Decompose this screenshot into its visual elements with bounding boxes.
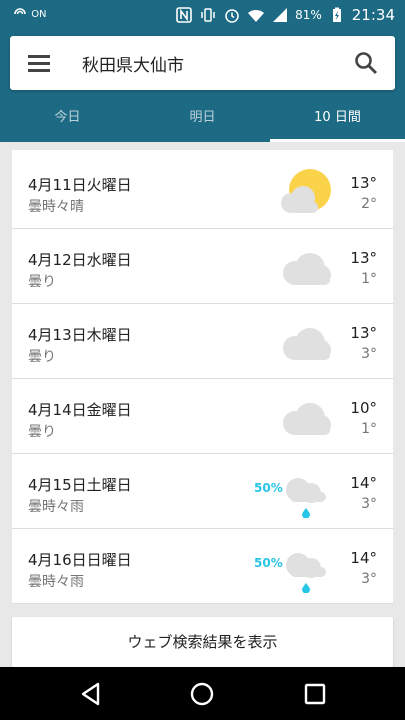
forecast-condition: 曇り — [28, 424, 56, 440]
tab-10-days[interactable]: 10 日間 — [270, 98, 405, 142]
forecast-row[interactable]: 4月15日土曜日 曇時々雨 50% 14° 3° — [12, 454, 393, 529]
forecast-low: 1° — [361, 421, 377, 437]
cloud-icon — [283, 403, 331, 435]
tab-bar: 今日 明日 10 日間 — [0, 98, 405, 142]
forecast-condition: 曇り — [28, 349, 56, 365]
forecast-condition: 曇時々雨 — [28, 574, 84, 590]
forecast-high: 13° — [350, 174, 377, 192]
battery-percent: 81% — [295, 8, 322, 22]
forecast-low: 2° — [361, 196, 377, 212]
back-icon[interactable] — [78, 681, 104, 707]
forecast-high: 13° — [350, 249, 377, 267]
search-bar[interactable]: 秋田県大仙市 — [10, 36, 395, 90]
partly-sunny-icon — [281, 169, 331, 213]
alarm-icon — [223, 6, 241, 24]
nfc-icon — [175, 6, 193, 24]
forecast-high: 10° — [350, 399, 377, 417]
forecast-condition: 曇時々晴 — [28, 199, 84, 215]
status-bar: ON 81% 21:34 — [0, 0, 405, 30]
cloud-icon — [283, 253, 331, 285]
recent-apps-icon[interactable] — [302, 681, 328, 707]
system-nav-bar — [0, 667, 405, 720]
forecast-date: 4月16日日曜日 — [28, 551, 132, 569]
wifi-icon — [247, 6, 265, 24]
app-header: 秋田県大仙市 今日 明日 10 日間 — [0, 30, 405, 142]
forecast-date: 4月11日火曜日 — [28, 176, 132, 194]
forecast-row[interactable]: 4月12日水曜日 曇り 13° 1° — [12, 229, 393, 304]
clock: 21:34 — [351, 6, 395, 24]
tab-tomorrow[interactable]: 明日 — [135, 98, 270, 142]
home-icon[interactable] — [189, 681, 215, 707]
raindrop-icon — [302, 583, 310, 593]
forecast-list: 4月11日火曜日 曇時々晴 13° 2° 4月12日水曜日 曇り 13° 1° … — [0, 150, 405, 604]
battery-charging-icon — [328, 6, 346, 24]
forecast-high: 14° — [350, 549, 377, 567]
forecast-date: 4月13日木曜日 — [28, 326, 132, 344]
raindrop-icon — [302, 508, 310, 518]
forecast-low: 1° — [361, 271, 377, 287]
forecast-date: 4月15日土曜日 — [28, 476, 132, 494]
forecast-low: 3° — [361, 346, 377, 362]
signal-icon — [271, 6, 289, 24]
show-web-results-button[interactable]: ウェブ検索結果を表示 — [12, 617, 393, 667]
forecast-high: 13° — [350, 324, 377, 342]
forecast-high: 14° — [350, 474, 377, 492]
forecast-date: 4月12日水曜日 — [28, 251, 132, 269]
cloud-icon — [283, 328, 331, 360]
forecast-condition: 曇時々雨 — [28, 499, 84, 515]
nfc-on-indicator: ON — [12, 6, 47, 22]
search-query[interactable]: 秋田県大仙市 — [82, 51, 184, 76]
vibrate-icon — [199, 6, 217, 24]
forecast-date: 4月14日金曜日 — [28, 401, 132, 419]
forecast-row[interactable]: 4月14日金曜日 曇り 10° 1° — [12, 379, 393, 454]
wifi-calling-icon — [14, 8, 26, 15]
forecast-low: 3° — [361, 496, 377, 512]
tab-today[interactable]: 今日 — [0, 98, 135, 142]
forecast-row[interactable]: 4月13日木曜日 曇り 13° 3° — [12, 304, 393, 379]
forecast-row[interactable]: 4月11日火曜日 曇時々晴 13° 2° — [12, 154, 393, 229]
forecast-row[interactable]: 4月16日日曜日 曇時々雨 50% 14° 3° — [12, 529, 393, 604]
search-icon[interactable] — [353, 50, 379, 76]
forecast-low: 3° — [361, 571, 377, 587]
forecast-condition: 曇り — [28, 274, 56, 290]
menu-icon[interactable] — [28, 53, 50, 73]
status-left-tag: ON — [31, 9, 47, 20]
